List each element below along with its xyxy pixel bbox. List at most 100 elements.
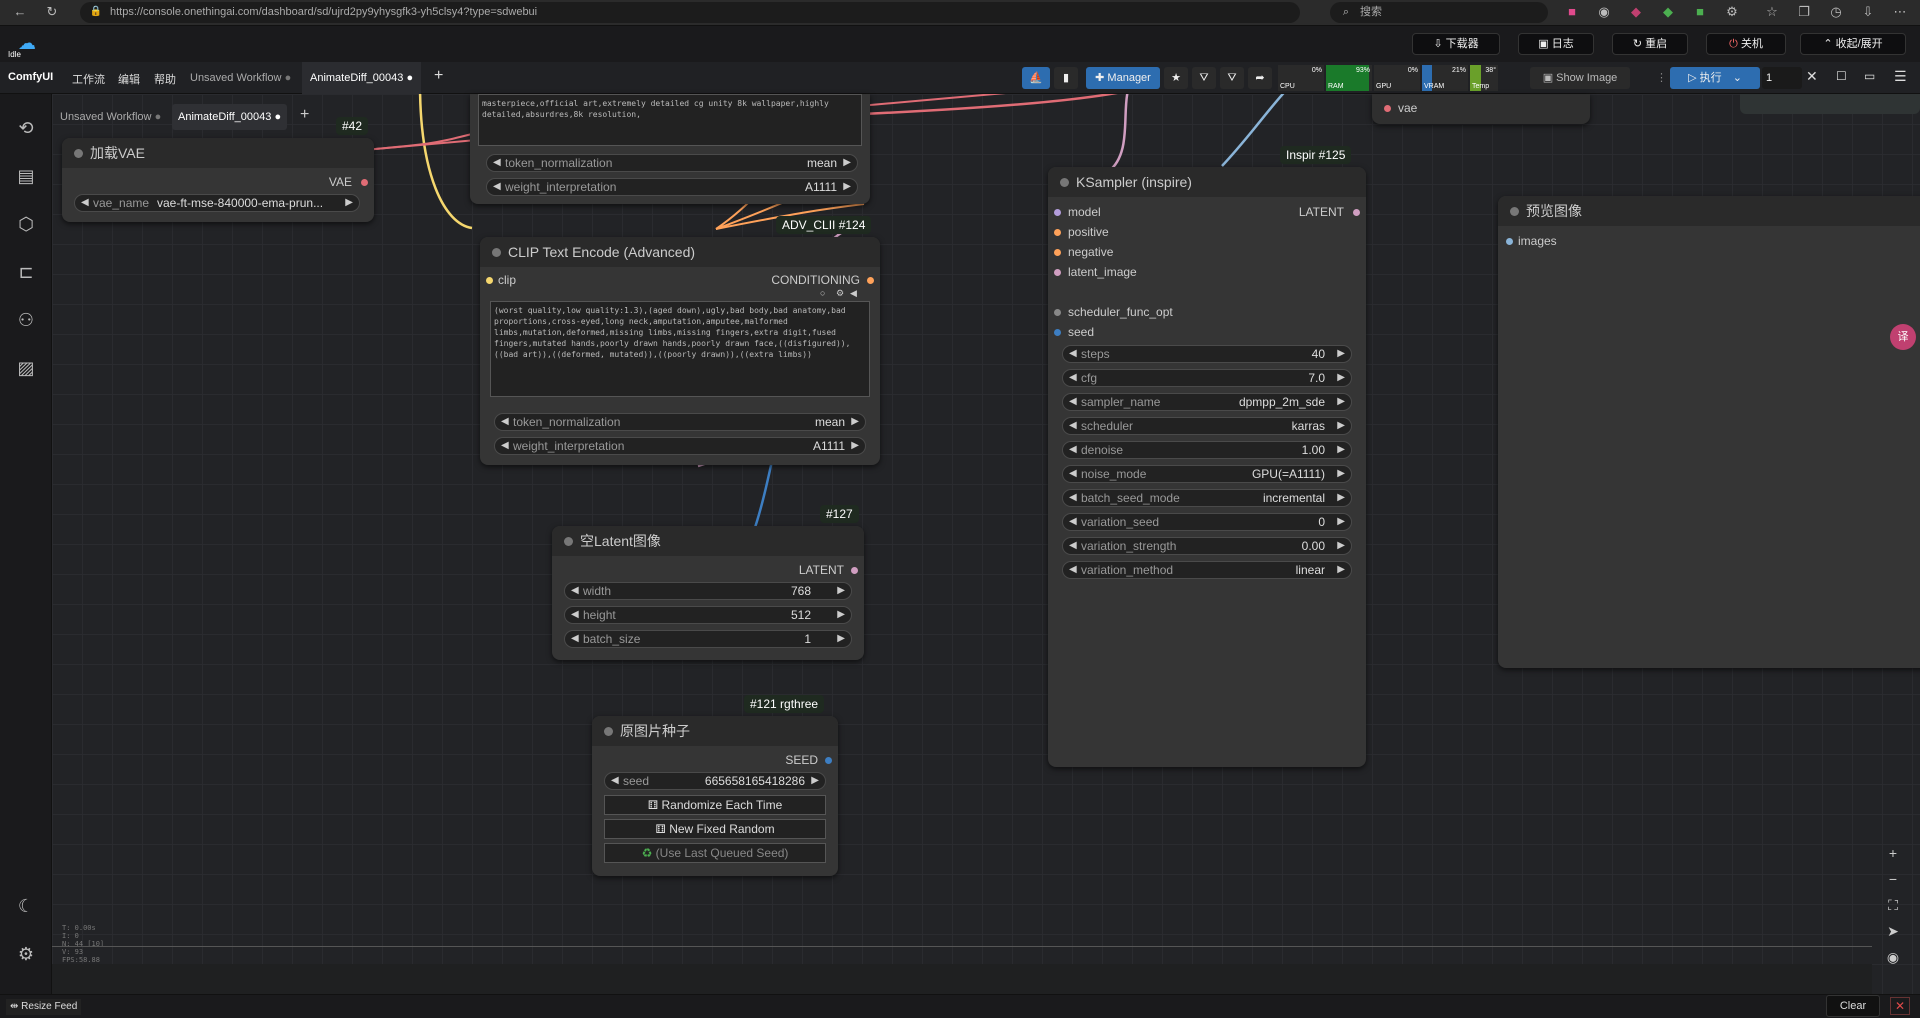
arrow-right-icon[interactable]: ▶ [837,583,845,599]
vae-output-port[interactable] [361,179,368,186]
arrow-right-icon[interactable]: ▶ [837,631,845,647]
shutdown-button[interactable]: ⏻ 关机 [1706,33,1786,55]
seed-node[interactable]: 原图片种子 SEED ◀ seed 665658165418286 ▶ ⚅ Ra… [592,716,838,876]
arrow-right-icon[interactable]: ▶ [1337,370,1345,386]
token-normalization-combo[interactable]: ◀ token_normalization mean ▶ [486,154,858,172]
vae-input-port[interactable] [1384,105,1391,112]
gear-icon[interactable]: ⚙ [836,288,844,299]
scheduler-func-input-port[interactable] [1054,309,1061,316]
latent-image-input-port[interactable] [1054,269,1061,276]
gallery-icon[interactable]: ▨ [14,356,38,380]
model-input-port[interactable] [1054,209,1061,216]
extension-icon[interactable]: ◆ [1628,4,1644,20]
new-fixed-random-button[interactable]: ⚅ New Fixed Random [604,819,826,839]
collapse-dot[interactable] [1510,207,1519,216]
menu-edit[interactable]: 编辑 [118,71,140,87]
add-tab-icon[interactable]: + [434,67,443,85]
translate-icon[interactable]: 译 [1890,324,1916,350]
token-normalization-combo[interactable]: ◀ token_normalization mean ▶ [494,413,866,431]
batch-seed-mode-combo[interactable]: ◀ batch_seed_mode incremental ▶ [1062,489,1352,507]
seed-stepper[interactable]: ◀ seed 665658165418286 ▶ [604,772,826,790]
extension-icon[interactable]: ■ [1564,4,1580,20]
reload-icon[interactable]: ↻ [44,4,60,20]
extension-icon[interactable]: ■ [1692,4,1708,20]
arrow-left-icon[interactable]: ◀ [1069,514,1077,530]
clip-text-encode-positive-node[interactable]: masterpiece,official art,extremely detai… [470,94,870,204]
negative-input-port[interactable] [1054,249,1061,256]
weight-interpretation-combo[interactable]: ◀ weight_interpretation A1111 ▶ [486,178,858,196]
arrow-right-icon[interactable]: ▶ [1337,562,1345,578]
arrow-right-icon[interactable]: ▶ [1337,466,1345,482]
images-input-port[interactable] [1506,238,1513,245]
arrow-left-icon[interactable]: ◀ [1069,466,1077,482]
node-title[interactable]: 加载VAE [62,138,374,168]
cfg-stepper[interactable]: ◀ cfg 7.0 ▶ [1062,369,1352,387]
extension-icon[interactable]: ◉ [1596,4,1612,20]
use-last-queued-seed-button[interactable]: ♻ (Use Last Queued Seed) [604,843,826,863]
latent-output-port[interactable] [1353,209,1360,216]
arrow-left-icon[interactable]: ◀ [571,607,579,623]
batch-size-stepper[interactable]: ◀ batch_size 1 ▶ [564,630,852,648]
cancel-icon[interactable]: ✕ [1806,68,1818,85]
canvas-tab-unsaved[interactable]: Unsaved Workflow ● [54,104,167,130]
arrow-right-icon[interactable]: ▶ [1337,514,1345,530]
vae-name-combo[interactable]: ◀ vae_name vae-ft-mse-840000-ema-prun...… [74,194,360,212]
node-title[interactable]: 原图片种子 [592,716,838,746]
sampler-name-combo[interactable]: ◀ sampler_name dpmpp_2m_sde ▶ [1062,393,1352,411]
unsaved-dot-icon[interactable]: ● [406,72,413,84]
prompt-textarea[interactable]: (worst quality,low quality:1.3),(aged do… [490,301,870,397]
add-tab-icon[interactable]: + [300,106,309,124]
canvas-tab-animatediff[interactable]: AnimateDiff_00043 ● [172,104,288,130]
collapse-dot[interactable] [1060,178,1069,187]
latent-output-port[interactable] [851,567,858,574]
arrow-right-icon[interactable]: ▶ [811,773,819,789]
height-stepper[interactable]: ◀ height 512 ▶ [564,606,852,624]
arrow-left-icon[interactable]: ◀ [1069,346,1077,362]
arrow-right-icon[interactable]: ▶ [837,607,845,623]
close-feed-icon[interactable]: ✕ [1890,997,1910,1015]
conditioning-output-port[interactable] [867,277,874,284]
visibility-icon[interactable]: ◉ [1882,946,1904,968]
arrow-left-icon[interactable]: ◀ [571,631,579,647]
close-icon[interactable]: ● [285,72,292,84]
manager-button[interactable]: ✚ Manager [1086,67,1160,89]
browser-search[interactable]: ⌕ 搜索 [1330,2,1548,23]
menu-help[interactable]: 帮助 [154,71,176,87]
hamburger-icon[interactable]: ☰ [1894,68,1907,85]
menu-workflow[interactable]: 工作流 [72,71,105,87]
arrow-left-icon[interactable]: ◀ [1069,538,1077,554]
node-title[interactable]: KSampler (inspire) [1048,167,1366,197]
weight-interpretation-combo[interactable]: ◀ weight_interpretation A1111 ▶ [494,437,866,455]
collapse-dot[interactable] [492,248,501,257]
arrow-left-icon[interactable]: ◀ [493,155,501,171]
arrow-left-icon[interactable]: ◀ [493,179,501,195]
restart-button[interactable]: ↻ 重启 [1612,33,1688,55]
node-title[interactable]: CLIP Text Encode (Advanced) [480,237,880,267]
collections-icon[interactable]: ❐ [1796,4,1812,20]
ksampler-node[interactable]: KSampler (inspire) model positive negati… [1048,167,1366,767]
collapse-dot[interactable] [564,537,573,546]
vae-loader-node[interactable]: 加载VAE VAE ◀ vae_name vae-ft-mse-840000-e… [62,138,374,222]
arrow-right-icon[interactable]: ▶ [843,155,851,171]
preview-image-node[interactable]: 预览图像 images [1498,196,1920,668]
arrow-right-icon[interactable]: ▶ [851,414,859,430]
arrow-right-icon[interactable]: ▶ [1337,346,1345,362]
denoise-stepper[interactable]: ◀ denoise 1.00 ▶ [1062,441,1352,459]
run-button[interactable]: ▷ 执行 ⌄ [1670,67,1760,89]
arrow-left-icon[interactable]: ◀ [1069,394,1077,410]
tab-animatediff[interactable]: AnimateDiff_00043 ● [302,62,422,94]
empty-latent-node[interactable]: 空Latent图像 LATENT ◀ width 768 ▶ ◀ height … [552,526,864,660]
bookmark-button[interactable]: ▮ [1054,67,1078,89]
seed-input-port[interactable] [1054,329,1061,336]
tab-unsaved-workflow[interactable]: Unsaved Workflow ● [182,62,299,94]
workflow-button[interactable]: ⛛ [1220,67,1244,89]
share-button[interactable]: ➦ [1248,67,1272,89]
speaker-icon[interactable]: ◀ [850,288,857,299]
panel-icon[interactable]: ▭ [1864,69,1875,83]
queue-icon[interactable]: ▤ [14,164,38,188]
variation-method-combo[interactable]: ◀ variation_method linear ▶ [1062,561,1352,579]
queue-count-input[interactable]: 1 [1762,67,1802,89]
prompt-textarea[interactable]: masterpiece,official art,extremely detai… [478,94,862,146]
arrow-right-icon[interactable]: ▶ [1337,394,1345,410]
more-icon[interactable]: ⋯ [1892,4,1908,20]
